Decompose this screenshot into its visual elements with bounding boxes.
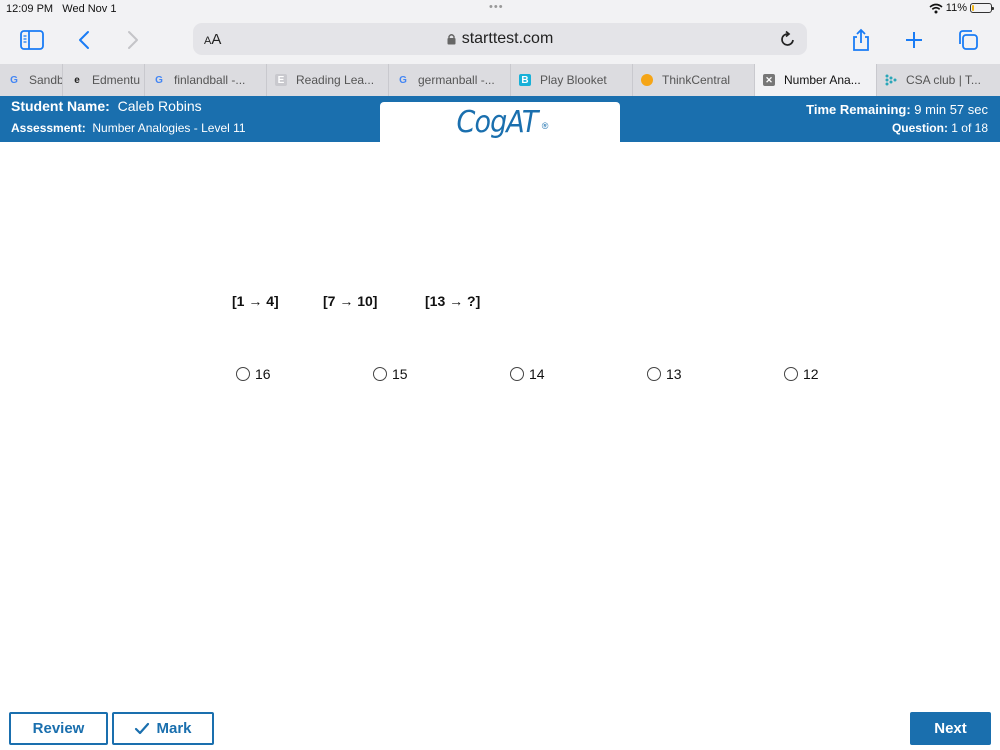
question-counter: 1 of 18: [951, 121, 988, 135]
tab-strip: G Sandb e Edmentu Gfinlandball -... E Readi…: [0, 64, 1000, 96]
analogy-term-3: [13 → ?]: [425, 293, 481, 309]
back-icon[interactable]: [68, 25, 100, 55]
analogy-term-1: [1 → 4]: [232, 293, 279, 309]
answer-option-3[interactable]: 14: [510, 366, 545, 382]
csa-club-icon: [885, 74, 897, 86]
answer-option-4[interactable]: 13: [647, 366, 682, 382]
wifi-icon: [929, 3, 943, 13]
answer-option-2[interactable]: 15: [373, 366, 408, 382]
mark-button[interactable]: Mark: [112, 712, 214, 745]
thinkcentral-icon: [641, 74, 653, 86]
answer-option-1[interactable]: 16: [236, 366, 271, 382]
tab-csa-club[interactable]: CSA club | T...: [877, 64, 1000, 96]
assessment-row: Assessment: Number Analogies - Level 11: [11, 121, 246, 135]
tab-sandbox[interactable]: G Sandb: [0, 64, 63, 96]
answer-option-5[interactable]: 12: [784, 366, 819, 382]
lock-icon: [447, 33, 456, 45]
radio-button[interactable]: [647, 367, 661, 381]
student-name-row: Student Name: Caleb Robins: [11, 98, 202, 114]
time-remaining: 9 min 57 sec: [914, 102, 988, 117]
edmentum-icon: e: [74, 74, 80, 86]
review-button[interactable]: Review: [9, 712, 108, 745]
question-counter-row: Question: 1 of 18: [891, 121, 988, 135]
tab-thinkcentral[interactable]: ThinkCentral: [633, 64, 755, 96]
answer-option-label: 12: [803, 366, 819, 382]
share-icon[interactable]: [845, 25, 877, 55]
cogat-logo: CogAT ®: [380, 102, 620, 142]
answer-option-label: 16: [255, 366, 271, 382]
tabs-overview-icon[interactable]: [952, 25, 984, 55]
multitasking-dots[interactable]: •••: [489, 1, 504, 13]
browser-toolbar: AA starttest.com: [0, 18, 1000, 64]
tab-number-analogies[interactable]: ✕ Number Ana...: [755, 64, 877, 96]
next-label: Next: [934, 720, 967, 737]
tab-blooket[interactable]: B Play Blooket: [511, 64, 633, 96]
reload-icon[interactable]: [777, 28, 799, 50]
radio-button[interactable]: [784, 367, 798, 381]
tab-finlandball[interactable]: Gfinlandball -...: [145, 64, 267, 96]
close-tab-icon[interactable]: ✕: [763, 74, 775, 86]
sidebar-icon[interactable]: [16, 25, 48, 55]
google-icon: G: [10, 74, 18, 86]
forward-icon[interactable]: [117, 25, 149, 55]
answer-option-label: 14: [529, 366, 545, 382]
status-bar: 12:09 PM Wed Nov 1 ••• 11%: [0, 0, 1000, 18]
answer-option-label: 13: [666, 366, 682, 382]
new-tab-icon[interactable]: [898, 25, 930, 55]
checkmark-icon: [135, 722, 150, 734]
analogy-term-2: [7 → 10]: [323, 293, 378, 309]
tab-edmentum[interactable]: e Edmentu: [63, 64, 145, 96]
status-time: 12:09 PM Wed Nov 1: [6, 3, 117, 15]
logo-registered-mark: ®: [541, 121, 549, 131]
logo-text: CogAT: [456, 104, 538, 140]
radio-button[interactable]: [236, 367, 250, 381]
radio-button[interactable]: [510, 367, 524, 381]
battery-percent: 11%: [945, 2, 967, 14]
time-remaining-row: Time Remaining: 9 min 57 sec: [806, 102, 988, 117]
mark-label: Mark: [156, 720, 192, 737]
radio-button[interactable]: [373, 367, 387, 381]
review-label: Review: [32, 720, 85, 737]
student-name: Caleb Robins: [117, 98, 202, 114]
next-button[interactable]: Next: [910, 712, 991, 745]
reading-icon: E: [275, 74, 287, 86]
battery-icon: [970, 3, 994, 13]
url-text: starttest.com: [193, 30, 807, 48]
google-icon: G: [155, 74, 163, 86]
tab-germanball[interactable]: Ggermanball -...: [389, 64, 511, 96]
google-icon: G: [399, 74, 407, 86]
status-right: 11%: [929, 2, 994, 14]
assessment-name: Number Analogies - Level 11: [92, 121, 246, 135]
tab-reading[interactable]: E Reading Lea...: [267, 64, 389, 96]
blooket-icon: B: [519, 74, 531, 86]
answer-option-label: 15: [392, 366, 408, 382]
address-bar[interactable]: AA starttest.com: [193, 23, 807, 55]
